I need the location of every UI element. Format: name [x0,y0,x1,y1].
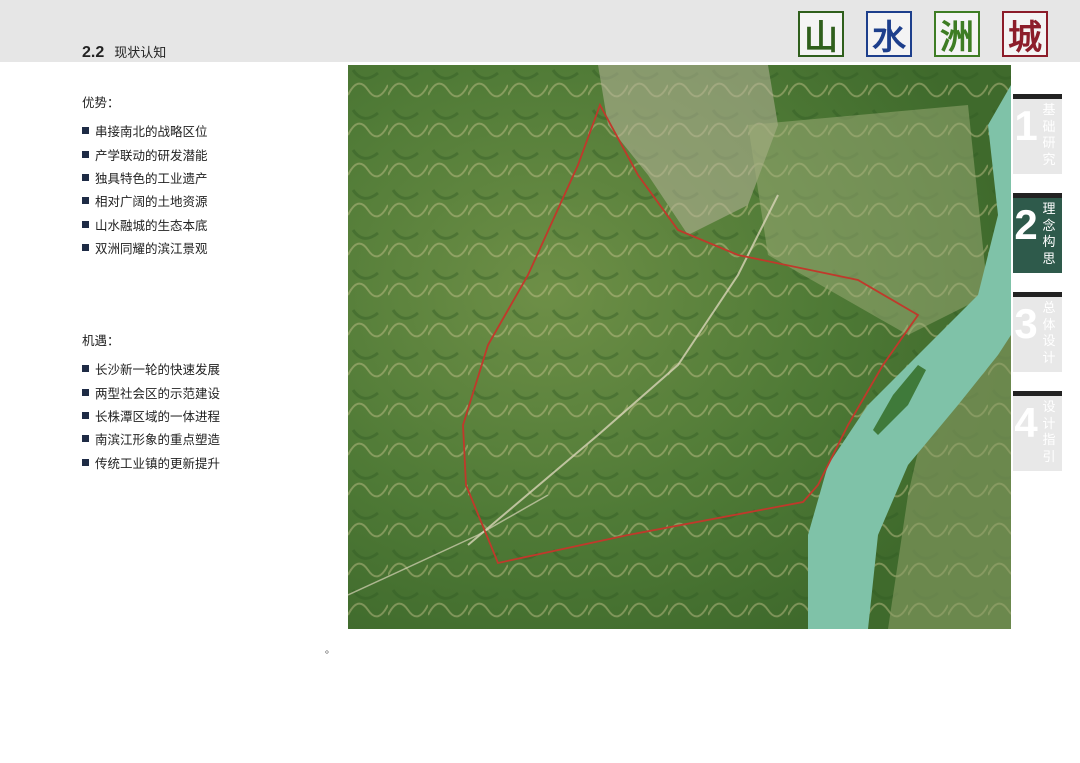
bullet-square-icon [82,220,89,228]
satellite-map-svg [348,65,1011,629]
brand-char-shan: 山 [798,11,844,58]
brand-char-zhou: 洲 [934,11,980,58]
side-tab-label: 理念构思 [1042,202,1056,267]
side-tab-number: 2 [1014,201,1038,248]
side-tab-number: 1 [1014,102,1038,149]
list-item: 长株潭区域的一体进程 [82,404,220,427]
list-item-text: 南滨江形象的重点塑造 [95,432,221,448]
list-item-text: 长沙新一轮的快速发展 [95,362,221,378]
brand-logo: 山 水 洲 城 [798,11,1048,58]
list-item: 山水融城的生态本底 [82,213,208,236]
list-item-text: 山水融城的生态本底 [95,217,208,233]
bullet-square-icon [82,127,89,135]
side-tab-label: 设计指引 [1042,400,1056,465]
side-tab-body: 3 总体设计 [1013,297,1062,372]
list-item-text: 串接南北的战略区位 [95,124,208,140]
bullet-square-icon [82,244,89,252]
side-tab-4[interactable]: 4 设计指引 [1013,391,1062,471]
list-item: 串接南北的战略区位 [82,119,208,142]
brand-char-shui: 水 [866,11,912,58]
list-item: 产学联动的研发潜能 [82,142,208,165]
side-tab-label: 基础研究 [1042,103,1056,168]
section-name: 现状认知 [114,46,167,61]
side-tab-number: 3 [1014,300,1038,347]
section-title: 2.2 现状认知 [82,42,166,62]
side-tab-label: 总体设计 [1042,301,1056,366]
list-item-text: 两型社会区的示范建设 [95,385,221,401]
opportunities-list: 机遇： 长沙新一轮的快速发展 两型社会区的示范建设 长株潭区域的一体进程 南滨江… [82,330,220,474]
bullet-square-icon [82,150,89,158]
side-tab-number: 4 [1014,399,1038,446]
list-item-text: 产学联动的研发潜能 [95,147,208,163]
side-tab-3[interactable]: 3 总体设计 [1013,292,1062,372]
advantages-heading: 优势： [82,95,120,110]
list-item-text: 独具特色的工业遗产 [95,170,208,186]
side-tab-1[interactable]: 1 基础研究 [1013,94,1062,174]
bullet-square-icon [82,388,89,396]
list-item-text: 双洲同耀的滨江景观 [95,241,208,257]
list-item-text: 长株潭区域的一体进程 [95,408,221,424]
list-item-text: 传统工业镇的更新提升 [95,455,221,471]
bullet-square-icon [82,365,89,373]
list-item-text: 相对广阔的土地资源 [95,194,208,210]
brand-char-cheng: 城 [1002,11,1048,58]
footnote-mark: 。 [325,645,335,656]
list-item: 两型社会区的示范建设 [82,380,220,403]
list-item: 独具特色的工业遗产 [82,166,208,189]
side-tab-2[interactable]: 2 理念构思 [1013,193,1062,273]
section-number: 2.2 [82,44,105,61]
side-tab-body: 2 理念构思 [1013,198,1062,273]
bullet-square-icon [82,435,89,443]
satellite-map-image [348,65,1011,629]
list-item: 相对广阔的土地资源 [82,189,208,212]
bullet-square-icon [82,411,89,419]
bullet-square-icon [82,173,89,181]
list-item: 传统工业镇的更新提升 [82,451,220,474]
side-tab-body: 1 基础研究 [1013,99,1062,174]
bullet-square-icon [82,458,89,466]
list-item: 南滨江形象的重点塑造 [82,427,220,450]
list-item: 长沙新一轮的快速发展 [82,357,220,380]
bullet-square-icon [82,197,89,205]
advantages-list: 优势： 串接南北的战略区位 产学联动的研发潜能 独具特色的工业遗产 相对广阔的土… [82,92,208,259]
opportunities-heading: 机遇： [82,333,120,348]
side-tab-body: 4 设计指引 [1013,396,1062,471]
list-item: 双洲同耀的滨江景观 [82,236,208,259]
